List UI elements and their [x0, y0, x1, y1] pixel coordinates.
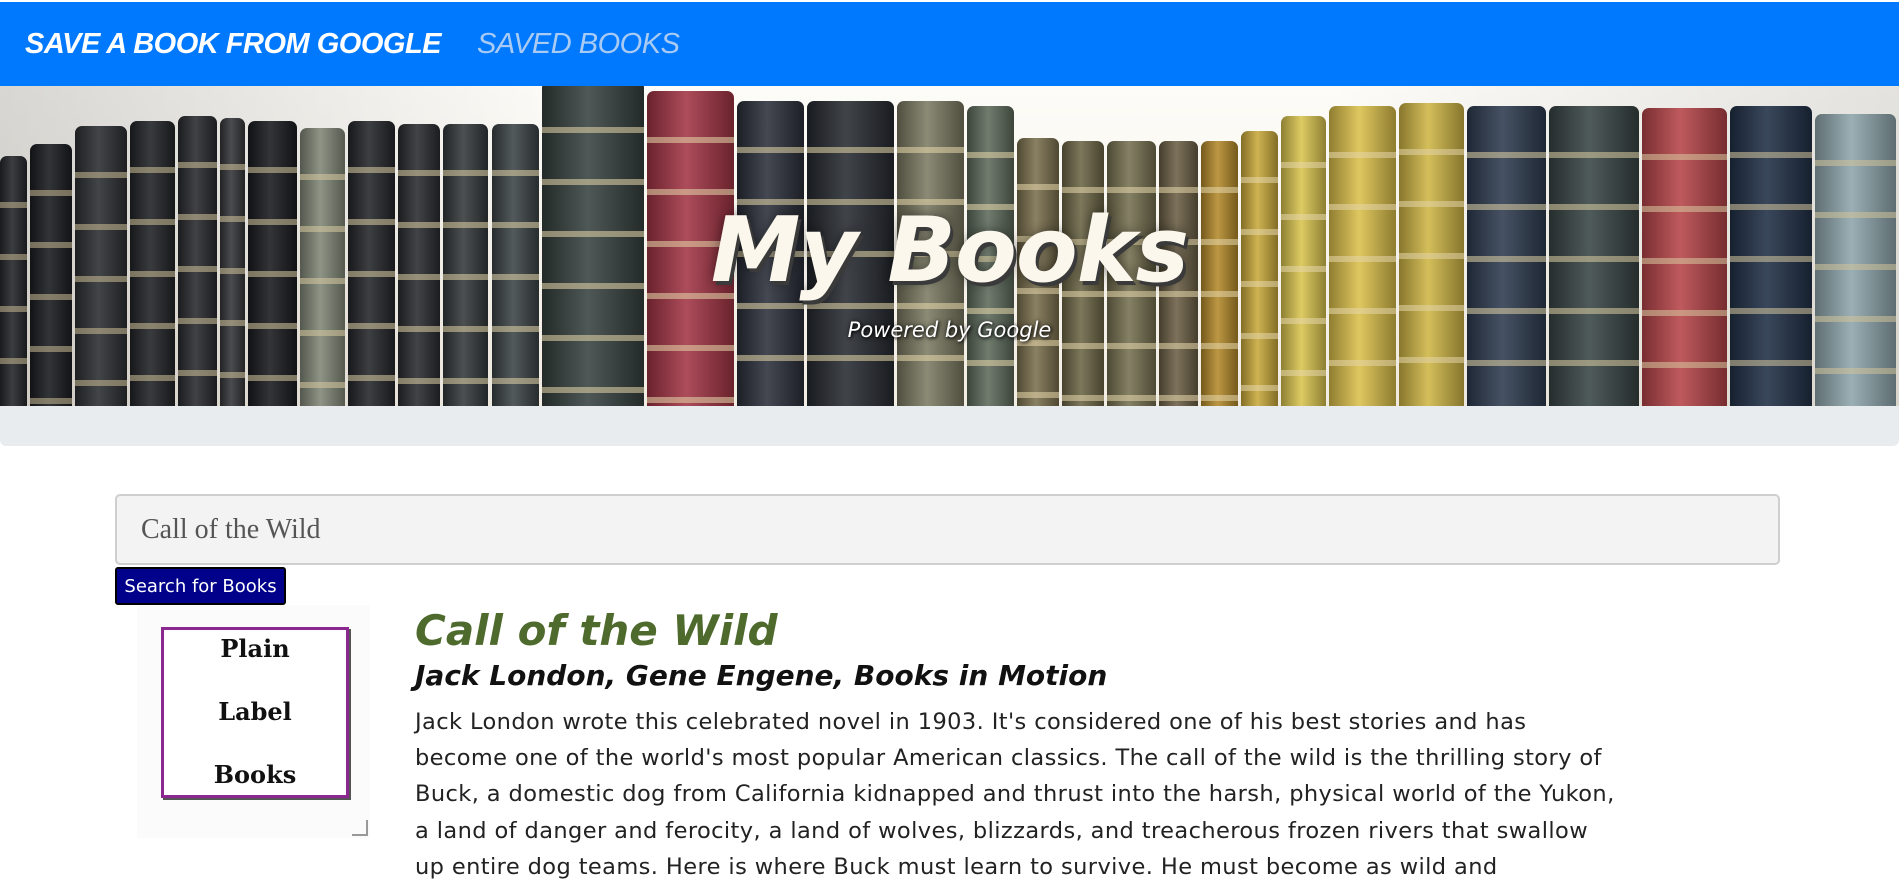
- book-description: Jack London wrote this celebrated novel …: [415, 709, 1615, 880]
- book-search-input[interactable]: [115, 494, 1780, 565]
- top-navbar: SAVE A BOOK FROM GOOGLE SAVED BOOKS: [0, 2, 1899, 86]
- cover-text: Plain: [220, 634, 290, 663]
- nav-link-saved-books[interactable]: SAVED BOOKS: [477, 28, 680, 61]
- resize-corner-icon: [352, 820, 368, 836]
- book-authors: Jack London, Gene Engene, Books in Motio…: [415, 659, 1108, 692]
- cover-text: Label: [218, 697, 292, 726]
- book-cover-image: Plain Label Books: [137, 605, 370, 838]
- book-title: Call of the Wild: [415, 606, 778, 655]
- search-button[interactable]: Search for Books: [115, 567, 286, 605]
- nav-link-save-book[interactable]: SAVE A BOOK FROM GOOGLE: [25, 28, 442, 61]
- page-title: My Books: [710, 198, 1189, 303]
- hero-banner: My Books Powered by Google: [0, 86, 1899, 446]
- cover-frame: Plain Label Books: [161, 627, 349, 798]
- page-subtitle: Powered by Google: [847, 318, 1052, 342]
- cover-text: Books: [213, 760, 297, 789]
